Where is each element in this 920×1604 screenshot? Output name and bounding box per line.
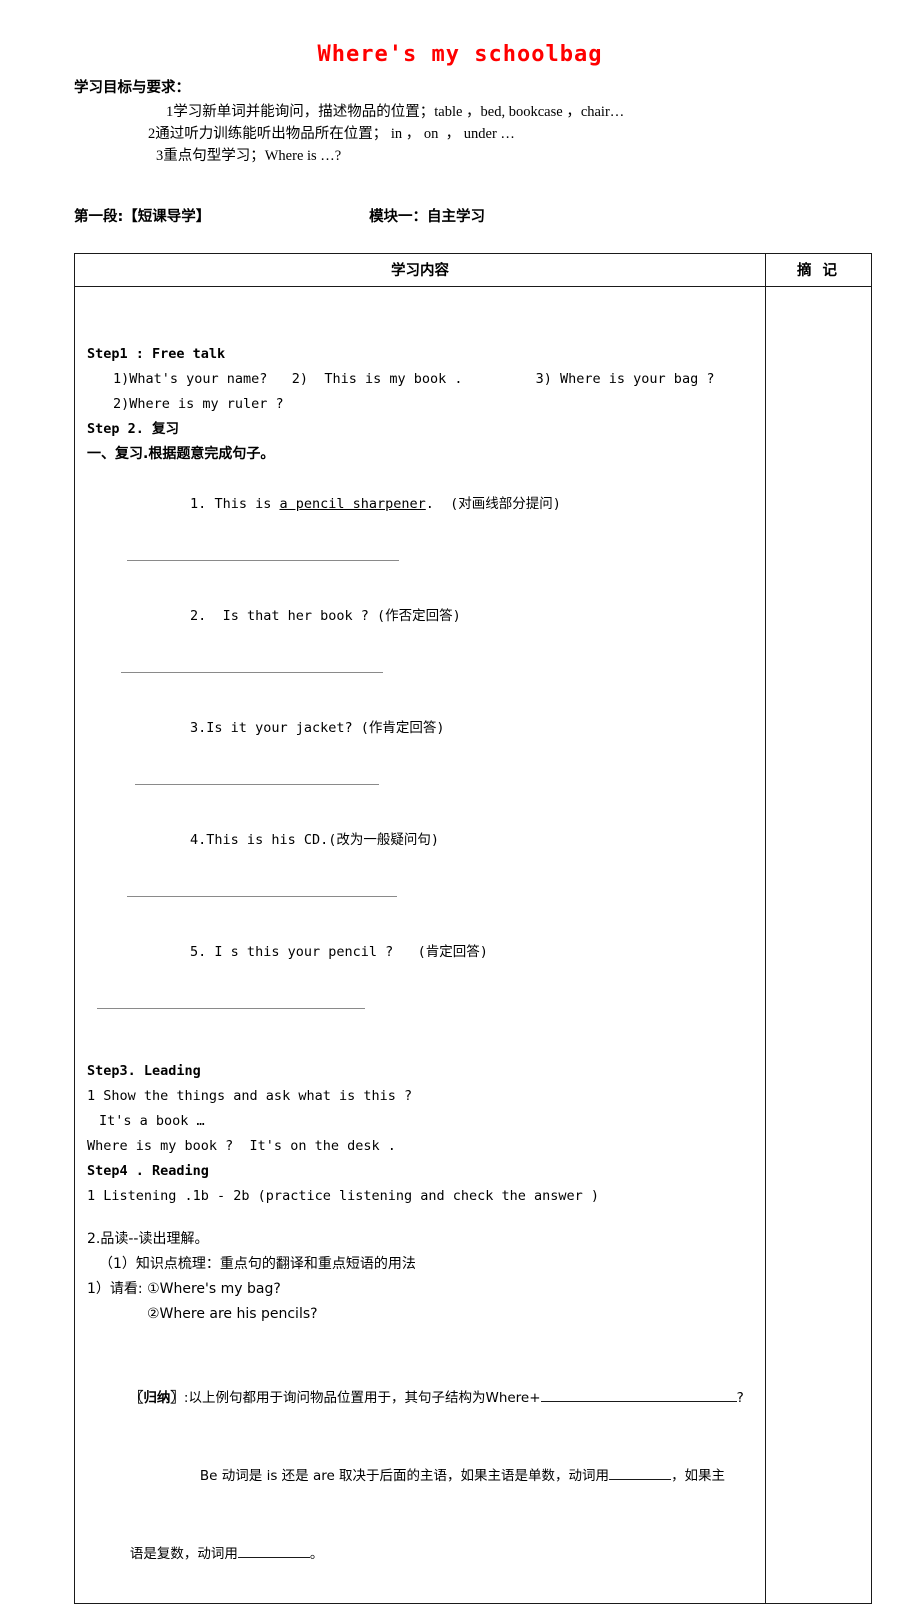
- exercise-prefix: This is: [214, 496, 280, 512]
- summary-line-2-text: Be 动词是 is 还是 are 取决于后面的主语，如果主语是单数，动词用: [199, 1468, 610, 1484]
- answer-blank-line[interactable]: [127, 560, 399, 561]
- objective-item-3: 3重点句型学习；Where is …?: [156, 148, 342, 164]
- summary-blank-3[interactable]: [237, 1557, 310, 1558]
- exercise-number: 1.: [190, 496, 207, 512]
- summary-line-1-text: :以上例句都用于询问物品位置用于，其句子结构为Where+: [183, 1390, 541, 1406]
- exercise-number: 4.: [190, 832, 207, 848]
- summary-section: 〖归纳〗:以上例句都用于询问物品位置用于，其句子结构为Where+? Be 动词…: [87, 1359, 753, 1593]
- table-cell-content: Step1 : Free talk 1)What's your name? 2)…: [75, 287, 766, 1603]
- summary-line-2: Be 动词是 is 还是 are 取决于后面的主语，如果主语是单数，动词用 ，如果…: [87, 1437, 753, 1515]
- step1-line-2: 2)Where is my ruler ?: [113, 396, 284, 412]
- table-header-notes: 摘 记: [796, 263, 841, 279]
- table-header-row: 学习内容 摘 记: [75, 254, 871, 287]
- step2-subheading: 一、复习.根据题意完成句子。: [87, 446, 275, 462]
- step3-heading: Step3. Leading: [87, 1063, 201, 1079]
- answer-blank-line[interactable]: [135, 784, 379, 785]
- step4-line-4: 1）请看: ①Where's my bag?: [87, 1281, 281, 1297]
- exercise-suffix: . (对画线部分提问): [425, 496, 561, 512]
- objectives-heading: 学习目标与要求：: [74, 80, 190, 96]
- step4-line-3: （1）知识点梳理：重点句的翻译和重点短语的用法: [99, 1256, 416, 1272]
- segment-row: 第一段:【短课导学】 模块一：自主学习: [74, 205, 874, 226]
- step4-heading: Step4 . Reading: [87, 1163, 209, 1179]
- step4-line-5: ②Where are his pencils?: [147, 1306, 318, 1322]
- summary-blank-2[interactable]: [609, 1479, 672, 1480]
- objectives-section: 学习目标与要求： 1学习新单词并能询问，描述物品的位置；table ，bed, …: [74, 78, 874, 167]
- table-body-row: Step1 : Free talk 1)What's your name? 2)…: [75, 287, 871, 1603]
- answer-blank-line[interactable]: [121, 672, 383, 673]
- exercise-number: 3.: [190, 720, 207, 736]
- summary-line-3-text: 语是复数，动词用: [129, 1546, 238, 1562]
- step4-line-2: 2.品读--读出理解。: [87, 1231, 209, 1247]
- exercise-prefix: I s this your pencil ? (肯定回答): [206, 944, 488, 960]
- exercise-prefix: This is his CD.(改为一般疑问句): [206, 832, 439, 848]
- step1-line-1: 1)What's your name? 2) This is my book .…: [113, 371, 715, 387]
- segment-label: 第一段:【短课导学】: [74, 209, 211, 225]
- step3-line-3: Where is my book ? It's on the desk .: [87, 1138, 396, 1154]
- table-cell-notes[interactable]: [766, 287, 871, 1603]
- lesson-table: 学习内容 摘 记 Step1 : Free talk 1)What's your…: [74, 253, 872, 1604]
- summary-line-3-end: 。: [309, 1546, 324, 1562]
- exercise-item: 3.Is it your jacket? (作肯定回答): [87, 691, 753, 766]
- exercise-prefix: Is that her book ? (作否定回答): [222, 608, 461, 624]
- exercise-item: 1. This is a pencil sharpener. (对画线部分提问): [87, 467, 753, 542]
- summary-line-1-end: ?: [736, 1390, 744, 1406]
- exercise-number: 5.: [190, 944, 207, 960]
- answer-blank-line[interactable]: [127, 896, 397, 897]
- step1-heading: Step1 : Free talk: [87, 346, 226, 362]
- summary-blank-1[interactable]: [540, 1401, 737, 1402]
- step4-line-1: 1 Listening .1b - 2b (practice listening…: [87, 1188, 600, 1204]
- step2-heading: Step 2. 复习: [87, 421, 180, 437]
- module-label: 模块一：自主学习: [369, 209, 486, 225]
- page-title: Where's my schoolbag: [317, 42, 603, 67]
- summary-line-2-end: ，如果主: [671, 1468, 726, 1484]
- summary-line-3: 语是复数，动词用 。: [87, 1515, 753, 1593]
- step3-line-2: It's a book …: [99, 1113, 205, 1129]
- exercise-prefix: Is it your jacket? (作肯定回答): [206, 720, 445, 736]
- answer-blank-line[interactable]: [97, 1008, 365, 1009]
- table-header-content: 学习内容: [75, 254, 766, 286]
- exercise-number: 2.: [190, 608, 207, 624]
- exercise-item: 4.This is his CD.(改为一般疑问句): [87, 803, 753, 878]
- exercise-item: 2. Is that her book ? (作否定回答): [87, 579, 753, 654]
- objective-item-2: 2通过听力训练能听出物品所在位置； in ， on ， under …: [148, 126, 515, 142]
- summary-tag: 〖归纳〗: [129, 1390, 184, 1406]
- exercise-underlined-part: a pencil sharpener: [279, 496, 426, 512]
- objective-item-1: 1学习新单词并能询问，描述物品的位置；table ，bed, bookcase …: [166, 104, 625, 120]
- summary-line-1: 〖归纳〗:以上例句都用于询问物品位置用于，其句子结构为Where+?: [87, 1359, 753, 1437]
- exercise-item: 5. I s this your pencil ? (肯定回答): [87, 915, 753, 990]
- step3-line-1: 1 Show the things and ask what is this ?: [87, 1088, 413, 1104]
